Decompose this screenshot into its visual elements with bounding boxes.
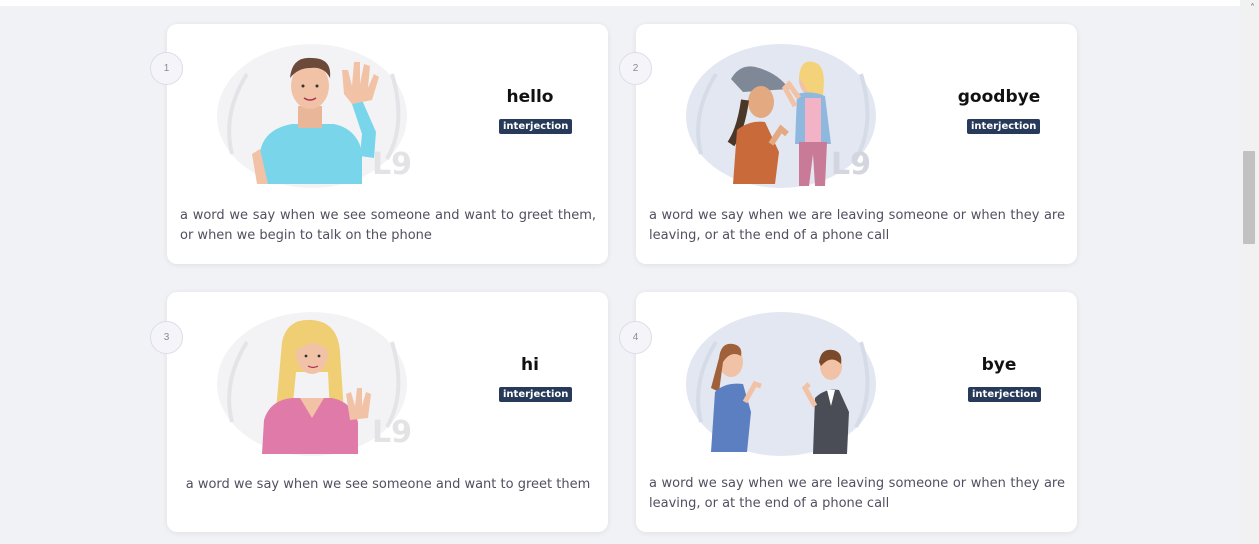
man-and-woman-waving-illustration xyxy=(686,312,876,456)
vertical-scrollbar[interactable]: ˄ xyxy=(1240,0,1259,544)
card-number: 1 xyxy=(150,52,183,85)
definition-text: a word we say when we are leaving someon… xyxy=(649,208,1065,243)
word-title: hello xyxy=(506,87,554,107)
svg-text:L9: L9 xyxy=(372,147,412,182)
definition-text: a word we say when we see someone and wa… xyxy=(180,208,596,243)
card-number: 3 xyxy=(150,321,183,354)
definition-text: a word we say when we see someone and wa… xyxy=(185,477,591,492)
word-card-goodbye[interactable]: 2 L9 goodbye interjection a word we say … xyxy=(619,24,1077,264)
word-title: bye xyxy=(981,355,1017,375)
word-title: goodbye xyxy=(957,87,1041,107)
scrollbar-thumb[interactable] xyxy=(1243,151,1255,244)
man-waving-illustration: L9 xyxy=(217,44,412,188)
svg-text:L9: L9 xyxy=(372,415,412,450)
two-women-parting-illustration: L9 xyxy=(686,44,876,188)
word-card-bye[interactable]: 4 bye interjection a word we say when we… xyxy=(619,292,1077,532)
woman-waving-illustration: L9 xyxy=(217,312,412,456)
card-number: 4 xyxy=(619,321,652,354)
part-of-speech-badge: interjection xyxy=(499,119,573,134)
chevron-up-icon[interactable]: ˄ xyxy=(1250,3,1255,14)
word-card-hello[interactable]: 1 L9 hello interjection a word we say wh… xyxy=(150,24,608,264)
definition-text: a word we say when we are leaving someon… xyxy=(649,476,1065,511)
card-number: 2 xyxy=(619,52,652,85)
part-of-speech-badge: interjection xyxy=(967,119,1041,134)
part-of-speech-badge: interjection xyxy=(499,387,573,402)
word-card-hi[interactable]: 3 L9 hi interjection a word we say when … xyxy=(150,292,608,532)
part-of-speech-badge: interjection xyxy=(968,387,1042,402)
svg-text:L9: L9 xyxy=(831,147,871,182)
word-title: hi xyxy=(521,355,539,375)
top-strip xyxy=(0,0,1240,6)
